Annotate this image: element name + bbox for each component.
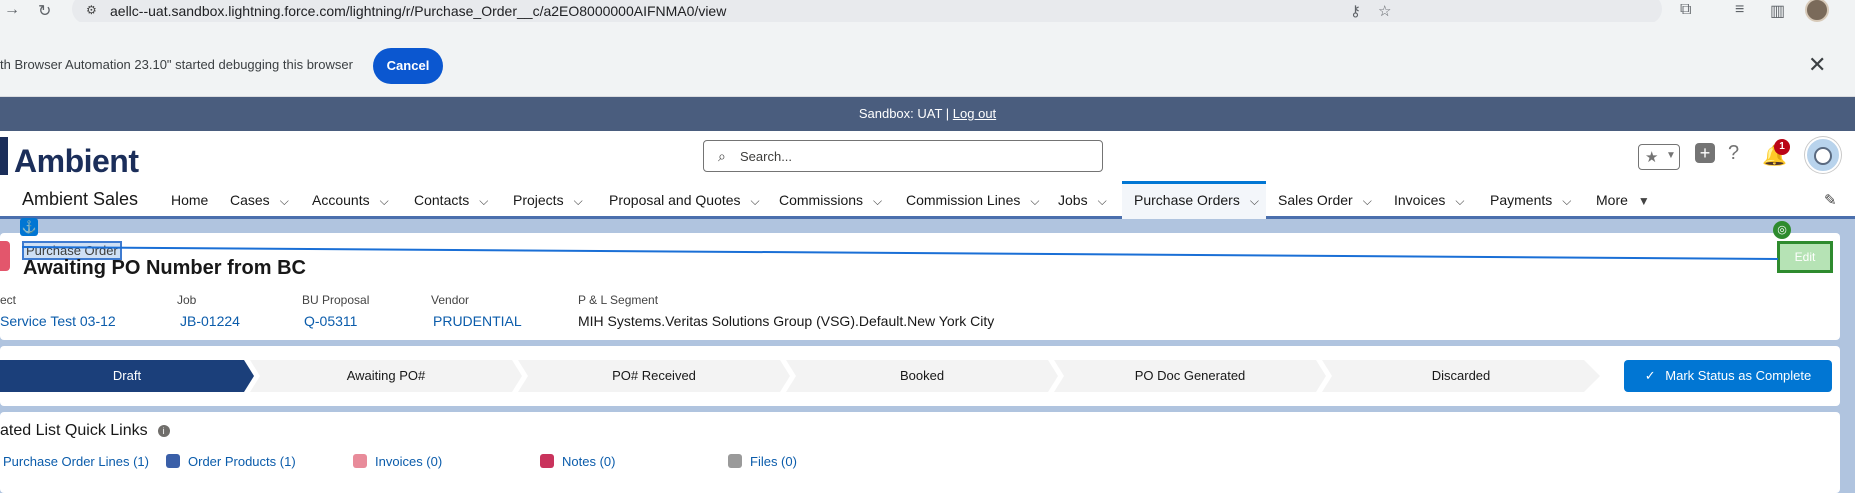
- quick-link-label: Order Products (1): [188, 454, 296, 469]
- notes-icon: [540, 454, 554, 468]
- status-path: Draft Awaiting PO# PO# Received Booked P…: [0, 360, 1600, 392]
- quick-link-files[interactable]: Files (0): [728, 454, 797, 469]
- related-list-title-text: ated List Quick Links: [0, 422, 148, 439]
- quick-link-order-products[interactable]: Order Products (1): [166, 454, 296, 469]
- anchor-icon: ⚓: [20, 218, 38, 236]
- quick-link-label: Invoices (0): [375, 454, 443, 469]
- path-stage-awaiting-po[interactable]: Awaiting PO#: [250, 360, 522, 392]
- path-stage-booked[interactable]: Booked: [786, 360, 1058, 392]
- path-stage-discarded[interactable]: Discarded: [1322, 360, 1600, 392]
- path-stage-po-received[interactable]: PO# Received: [518, 360, 790, 392]
- checkmark-icon: ✓: [1644, 368, 1656, 383]
- invoices-icon: [353, 454, 367, 468]
- quick-link-label: Notes (0): [562, 454, 616, 469]
- quick-link-label: Purchase Order Lines (1): [3, 454, 149, 469]
- mark-status-complete-button[interactable]: ✓ Mark Status as Complete: [1624, 360, 1832, 392]
- status-path-card: Draft Awaiting PO# PO# Received Booked P…: [0, 346, 1840, 406]
- quick-link-invoices[interactable]: Invoices (0): [353, 454, 442, 469]
- mark-status-complete-label: Mark Status as Complete: [1665, 368, 1812, 383]
- quick-link-purchase-order-lines[interactable]: Purchase Order Lines (1): [3, 454, 149, 469]
- order-products-icon: [166, 454, 180, 468]
- files-icon: [728, 454, 742, 468]
- path-stage-po-doc-generated[interactable]: PO Doc Generated: [1054, 360, 1326, 392]
- quick-link-label: Files (0): [750, 454, 797, 469]
- related-list-title: ated List Quick Links i: [0, 422, 170, 440]
- target-icon: ◎: [1773, 221, 1791, 239]
- info-icon[interactable]: i: [157, 424, 170, 437]
- path-stage-draft[interactable]: Draft: [0, 360, 254, 392]
- quick-link-notes[interactable]: Notes (0): [540, 454, 615, 469]
- related-list-quick-links: ated List Quick Links i Purchase Order Li…: [0, 412, 1840, 493]
